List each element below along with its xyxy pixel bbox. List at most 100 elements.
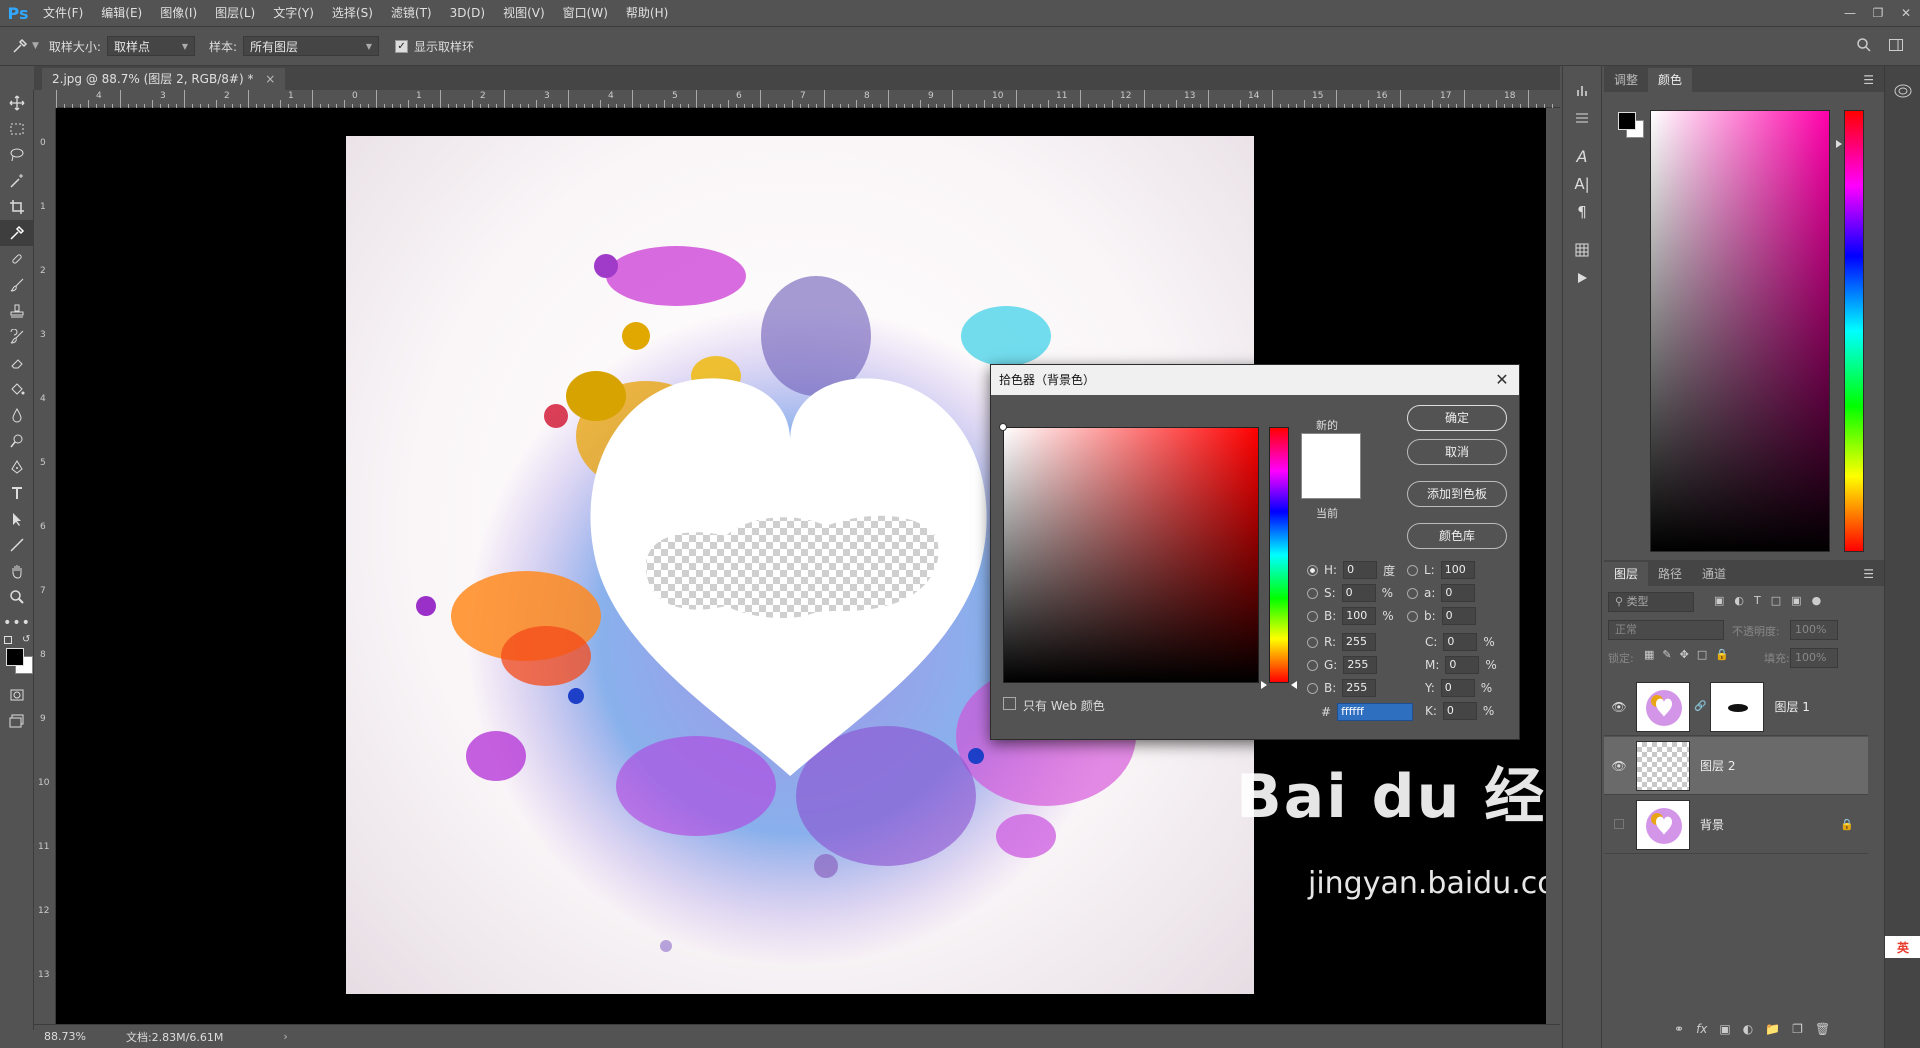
marquee-tool-icon[interactable] [0, 116, 34, 142]
menu-3d[interactable]: 3D(D) [441, 0, 494, 26]
layer-name[interactable]: 图层 2 [1700, 757, 1735, 774]
delete-layer-icon[interactable]: 🗑 [1815, 1022, 1830, 1036]
foreground-color-swatch[interactable] [6, 648, 24, 666]
hue-slider-marker[interactable] [1836, 140, 1842, 148]
layer-name[interactable]: 图层 1 [1774, 698, 1809, 715]
visibility-toggle[interactable] [1604, 818, 1634, 832]
pen-tool-icon[interactable] [0, 454, 34, 480]
fill-input[interactable]: 100% [1790, 648, 1838, 668]
r-input[interactable]: 255 [1342, 633, 1377, 651]
more-tools-icon[interactable]: ••• [0, 610, 34, 636]
restore-icon[interactable]: ❐ [1864, 0, 1892, 26]
brush-tool-icon[interactable] [0, 272, 34, 298]
add-to-swatches-button[interactable]: 添加到色板 [1407, 481, 1507, 507]
layer-row[interactable]: 👁 图层 2 [1604, 737, 1868, 795]
minimize-icon[interactable]: — [1836, 0, 1864, 26]
cancel-button[interactable]: 取消 [1407, 439, 1507, 465]
close-icon[interactable]: ✕ [1491, 369, 1513, 391]
clone-stamp-tool-icon[interactable] [0, 298, 34, 324]
move-tool-icon[interactable] [0, 90, 34, 116]
lock-transparency-icon[interactable]: ▦ [1644, 648, 1654, 661]
play-icon[interactable] [1563, 264, 1601, 292]
panel-menu-icon[interactable]: ☰ [1863, 68, 1874, 92]
eye-icon[interactable]: 👁 [1604, 700, 1634, 714]
b-lab-radio[interactable] [1407, 610, 1418, 622]
new-layer-icon[interactable]: ❐ [1792, 1022, 1803, 1036]
hue-slider-right-marker[interactable] [1291, 681, 1297, 689]
color-field[interactable] [1003, 427, 1259, 683]
blur-tool-icon[interactable] [0, 402, 34, 428]
healing-brush-tool-icon[interactable] [0, 246, 34, 272]
menu-select[interactable]: 选择(S) [323, 0, 382, 26]
lock-all-icon[interactable]: 🔒 [1715, 648, 1729, 661]
show-ring-checkbox[interactable]: ✓ [395, 39, 409, 53]
eraser-tool-icon[interactable] [0, 350, 34, 376]
hand-tool-icon[interactable] [0, 558, 34, 584]
layer-row[interactable]: 👁 🔗 图层 1 [1604, 678, 1868, 736]
menu-window[interactable]: 窗口(W) [554, 0, 617, 26]
layer-mask-thumbnail[interactable] [1710, 681, 1765, 732]
tab-color[interactable]: 颜色 [1648, 68, 1693, 92]
filter-toggle-icon[interactable]: ● [1812, 594, 1822, 607]
web-colors-checkbox[interactable] [1003, 697, 1016, 710]
menu-layer[interactable]: 图层(L) [206, 0, 264, 26]
adjustment-layer-icon[interactable]: ◐ [1743, 1022, 1753, 1036]
filter-type-icon[interactable]: T [1754, 594, 1761, 607]
lasso-tool-icon[interactable] [0, 142, 34, 168]
color-field-cursor[interactable] [999, 423, 1007, 431]
brightness-input[interactable]: 100 [1342, 607, 1377, 625]
hue-slider-left-marker[interactable] [1261, 681, 1267, 689]
sample-size-select[interactable]: 取样点 ▼ [106, 36, 195, 56]
color-libraries-button[interactable]: 颜色库 [1407, 523, 1507, 549]
dodge-tool-icon[interactable] [0, 428, 34, 454]
fx-icon[interactable]: fx [1696, 1022, 1707, 1036]
color-spectrum-field[interactable] [1650, 110, 1830, 552]
menu-filter[interactable]: 滤镜(T) [382, 0, 441, 26]
close-icon[interactable]: ✕ [1892, 0, 1920, 26]
swap-colors-icon[interactable]: ↺ [22, 634, 30, 645]
k-input[interactable]: 0 [1442, 702, 1477, 720]
ime-indicator[interactable]: 英 [1885, 936, 1920, 958]
brightness-radio[interactable] [1307, 610, 1318, 622]
character-icon[interactable]: A [1563, 142, 1601, 170]
menu-image[interactable]: 图像(I) [151, 0, 206, 26]
preset-chevron-icon[interactable]: ▼ [32, 41, 39, 51]
crop-tool-icon[interactable] [0, 194, 34, 220]
filter-pixel-icon[interactable]: ▣ [1714, 594, 1724, 607]
path-selection-tool-icon[interactable] [0, 506, 34, 532]
quick-mask-icon[interactable] [0, 682, 34, 708]
add-mask-icon[interactable]: ▣ [1719, 1022, 1730, 1036]
filter-adjustment-icon[interactable]: ◐ [1734, 594, 1744, 607]
screen-mode-icon[interactable] [0, 708, 34, 734]
l-input[interactable]: 100 [1440, 561, 1475, 579]
blend-mode-select[interactable]: 正常 [1608, 620, 1724, 640]
a-input[interactable]: 0 [1441, 584, 1476, 602]
s-input[interactable]: 0 [1341, 584, 1376, 602]
paragraph-icon[interactable]: ¶ [1563, 198, 1601, 226]
status-arrow-icon[interactable]: › [283, 1030, 287, 1043]
s-radio[interactable] [1307, 587, 1318, 599]
layer-name[interactable]: 背景 [1700, 816, 1724, 833]
zoom-level[interactable]: 88.73% [44, 1030, 86, 1043]
history-brush-tool-icon[interactable] [0, 324, 34, 350]
panel-menu-icon[interactable]: ☰ [1863, 562, 1874, 586]
tab-channels[interactable]: 通道 [1692, 562, 1736, 586]
menu-help[interactable]: 帮助(H) [617, 0, 677, 26]
brush-settings-icon[interactable] [1563, 76, 1601, 104]
opacity-input[interactable]: 100% [1790, 620, 1838, 640]
sample-select[interactable]: 所有图层 ▼ [243, 36, 380, 56]
r-radio[interactable] [1307, 636, 1318, 648]
g-radio[interactable] [1307, 659, 1318, 671]
hue-slider[interactable] [1269, 427, 1289, 683]
m-input[interactable]: 0 [1445, 656, 1480, 674]
a-radio[interactable] [1407, 587, 1418, 599]
libraries-icon[interactable] [1892, 82, 1914, 100]
character-style-icon[interactable]: A| [1563, 170, 1601, 198]
layer-filter-select[interactable]: ⚲ 类型 [1608, 592, 1694, 612]
type-tool-icon[interactable] [0, 480, 34, 506]
blue-radio[interactable] [1307, 682, 1318, 694]
b-lab-input[interactable]: 0 [1441, 607, 1476, 625]
menu-view[interactable]: 视图(V) [494, 0, 554, 26]
line-tool-icon[interactable] [0, 532, 34, 558]
link-icon[interactable]: 🔗 [1694, 701, 1706, 712]
